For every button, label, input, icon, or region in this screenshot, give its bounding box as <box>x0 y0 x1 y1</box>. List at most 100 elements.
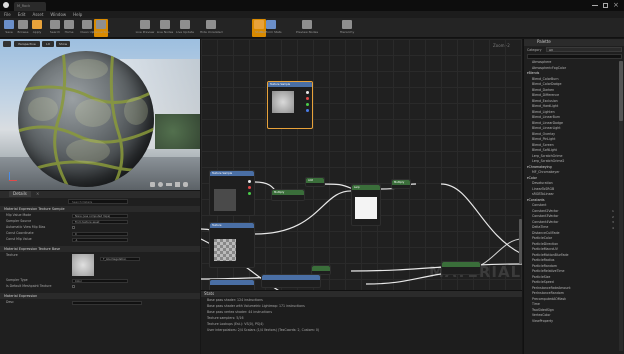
node-title: Multiply <box>272 190 304 195</box>
palette-scrollbar[interactable] <box>619 61 623 351</box>
property-label: Sampler Type <box>6 278 28 282</box>
hierarchy-icon <box>342 20 352 29</box>
toolbar-browse-button[interactable]: Browse <box>16 19 30 37</box>
details-property-row: Sampler Type Color <box>0 278 200 283</box>
property-value[interactable]: T_AlienVegetation <box>100 257 140 261</box>
node-texture-preview <box>214 189 236 211</box>
multiply-node[interactable]: Multiply <box>271 189 305 201</box>
toolbar-label: Preview Nodes <box>296 30 319 34</box>
minimize-icon[interactable] <box>592 5 598 6</box>
toolbar-search-button[interactable]: Search <box>48 19 62 37</box>
toolbar-preview-nodes-button[interactable]: Preview Nodes <box>296 19 318 37</box>
details-section-header[interactable]: Material Expression <box>0 293 200 299</box>
preview-shape-icons[interactable] <box>150 181 198 188</box>
texture-sample-node-selected[interactable]: Texture Sample <box>267 81 313 129</box>
hide-unrelated-icon <box>206 20 216 29</box>
texture-thumbnail[interactable] <box>72 254 94 276</box>
cube-icon[interactable] <box>175 182 180 187</box>
apply-icon <box>32 20 42 29</box>
asset-tab[interactable]: M_Rock <box>14 2 46 11</box>
details-property-row: Automatic View Mip Bias <box>0 225 200 230</box>
details-content: Material Expression Texture Sample Mip Va… <box>0 206 200 354</box>
toolbar-apply-button[interactable]: Apply <box>30 19 44 37</box>
property-label: Desc <box>6 300 14 304</box>
stats-icon <box>254 20 264 29</box>
details-tab[interactable]: Details <box>9 191 31 197</box>
details-property-row: Texture T_AlienVegetation <box>0 253 200 277</box>
close-details-icon[interactable]: × <box>36 191 39 197</box>
toolbar-hierarchy-button[interactable]: Hierarchy <box>340 19 354 37</box>
sphere-icon[interactable] <box>158 182 163 187</box>
live-nodes-icon <box>160 20 170 29</box>
lit-button[interactable]: Lit <box>42 41 54 47</box>
property-value[interactable]: Color <box>72 279 128 283</box>
texture-sample-node-2[interactable]: Texture Sample <box>209 170 255 216</box>
plane-icon[interactable] <box>166 183 172 186</box>
menu-item-window[interactable]: Window <box>50 11 66 18</box>
texture-node-4[interactable] <box>261 274 321 288</box>
toolbar-connectors-button[interactable]: Connectors <box>92 19 110 37</box>
save-icon <box>4 20 14 29</box>
perspective-button[interactable]: Perspective <box>14 41 40 47</box>
details-property-row: Mip Value Mode None (use computed mips) <box>0 213 200 218</box>
details-section-header[interactable]: Material Expression Texture Base <box>0 246 200 252</box>
property-checkbox[interactable] <box>72 285 75 288</box>
toolbar-live-update-button[interactable]: Live Update <box>176 19 194 37</box>
background-trees <box>155 114 200 149</box>
property-value[interactable]: From texture asset <box>72 220 128 224</box>
texture-node[interactable]: Texture <box>209 222 255 268</box>
category-select[interactable]: All <box>546 47 622 52</box>
add-node[interactable]: Add <box>305 177 325 187</box>
palette-shortcuts: 1234 <box>612 209 618 239</box>
toolbar-save-button[interactable]: Save <box>2 19 16 37</box>
details-section-header[interactable]: Material Expression Texture Sample <box>0 206 200 212</box>
multiply-node-2[interactable]: Multiply <box>391 179 411 189</box>
palette-search-input[interactable] <box>527 54 622 59</box>
node-title <box>262 275 320 280</box>
menu-item-help[interactable]: Help <box>73 11 82 18</box>
node-title <box>442 262 480 267</box>
stats-tab[interactable]: Stats <box>204 291 214 296</box>
toolbar: Save Browse Apply Search Home Clean Up Connect… <box>0 18 624 38</box>
details-tab-bar: Details × <box>0 191 200 198</box>
node-title: Lerp <box>352 185 380 190</box>
show-button[interactable]: Show <box>56 41 70 47</box>
details-search-input[interactable]: Search Details <box>68 199 128 204</box>
menu-item-edit[interactable]: Edit <box>18 11 26 18</box>
palette-tab[interactable]: Palette <box>537 39 551 44</box>
output-node[interactable] <box>441 261 481 275</box>
multiply-node-3[interactable] <box>311 265 331 275</box>
palette-item[interactable]: ViewProperty <box>524 319 617 325</box>
category-label: Category <box>527 48 542 52</box>
connectors-icon <box>96 20 106 29</box>
toolbar-clean-up-button[interactable]: Clean Up <box>80 19 94 37</box>
palette-shortcut-key: 4 <box>612 225 614 230</box>
cylinder-icon[interactable] <box>150 182 155 187</box>
sphere-moss-pattern <box>18 51 154 187</box>
property-value[interactable] <box>72 301 142 305</box>
property-value[interactable]: 0 <box>72 232 128 236</box>
close-icon[interactable]: × <box>613 1 619 9</box>
lerp-node[interactable]: Lerp <box>351 184 381 226</box>
property-value[interactable]: None (use computed mips) <box>72 214 128 218</box>
graph-editor[interactable]: Zoom -2 MATERIAL Texture Sample Texture … <box>201 39 522 354</box>
axis-gizmo <box>8 172 18 182</box>
viewport[interactable]: Perspective Lit Show <box>0 39 200 190</box>
node-texture-preview <box>272 91 294 113</box>
live-update-icon <box>180 20 190 29</box>
node-texture-preview <box>214 239 236 261</box>
toolbar-live-preview-button[interactable]: Live Preview <box>136 19 154 37</box>
toolbar-home-button[interactable]: Home <box>62 19 76 37</box>
property-checkbox[interactable] <box>72 226 75 229</box>
menu-item-file[interactable]: File <box>4 11 11 18</box>
maximize-icon[interactable] <box>603 3 608 8</box>
menu-item-asset[interactable]: Asset <box>32 11 43 18</box>
property-label: Texture <box>6 253 18 257</box>
node-preview <box>355 197 377 219</box>
property-value[interactable]: -1 <box>72 238 128 242</box>
toolbar-platform-stats-button[interactable]: Platform Stats <box>260 19 282 37</box>
toolbar-hide-unrelated-button[interactable]: Hide Unrelated <box>200 19 223 37</box>
toolbar-live-nodes-button[interactable]: Live Nodes <box>157 19 173 37</box>
teapot-icon[interactable] <box>183 182 188 187</box>
viewport-menu-icon[interactable] <box>3 41 11 47</box>
